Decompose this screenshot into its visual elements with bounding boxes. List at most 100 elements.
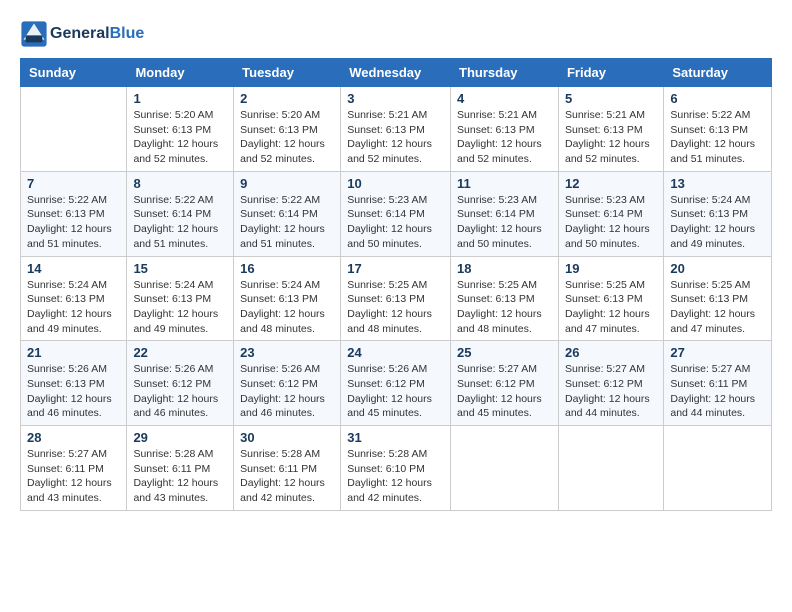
- calendar-cell: 4 Sunrise: 5:21 AM Sunset: 6:13 PM Daylig…: [451, 87, 559, 172]
- calendar-cell: 28 Sunrise: 5:27 AM Sunset: 6:11 PM Dayli…: [21, 426, 127, 511]
- calendar-cell: 24 Sunrise: 5:26 AM Sunset: 6:12 PM Dayli…: [341, 341, 451, 426]
- cell-sunrise-sunset: Sunrise: 5:27 AM Sunset: 6:11 PM Dayligh…: [27, 447, 120, 506]
- calendar-week-row: 28 Sunrise: 5:27 AM Sunset: 6:11 PM Dayli…: [21, 426, 772, 511]
- calendar-cell: 19 Sunrise: 5:25 AM Sunset: 6:13 PM Dayli…: [558, 256, 663, 341]
- cell-sunrise-sunset: Sunrise: 5:25 AM Sunset: 6:13 PM Dayligh…: [670, 278, 765, 337]
- cell-sunrise-sunset: Sunrise: 5:24 AM Sunset: 6:13 PM Dayligh…: [670, 193, 765, 252]
- calendar-cell: 31 Sunrise: 5:28 AM Sunset: 6:10 PM Dayli…: [341, 426, 451, 511]
- day-number: 8: [133, 176, 227, 191]
- cell-sunrise-sunset: Sunrise: 5:24 AM Sunset: 6:13 PM Dayligh…: [133, 278, 227, 337]
- calendar-cell: 25Sunrise: 5:27 AM Sunset: 6:12 PM Dayli…: [451, 341, 559, 426]
- calendar-cell: 2Sunrise: 5:20 AM Sunset: 6:13 PM Daylig…: [234, 87, 341, 172]
- calendar-table: SundayMondayTuesdayWednesdayThursdayFrid…: [20, 58, 772, 511]
- day-number: 5: [565, 91, 657, 106]
- calendar-cell: 23 Sunrise: 5:26 AM Sunset: 6:12 PM Dayli…: [234, 341, 341, 426]
- calendar-cell: 22Sunrise: 5:26 AM Sunset: 6:12 PM Dayli…: [127, 341, 234, 426]
- day-number: 15: [133, 261, 227, 276]
- weekday-header: Thursday: [451, 59, 559, 87]
- day-number: 3: [347, 91, 444, 106]
- calendar-cell: 30 Sunrise: 5:28 AM Sunset: 6:11 PM Dayli…: [234, 426, 341, 511]
- cell-sunrise-sunset: Sunrise: 5:22 AM Sunset: 6:14 PM Dayligh…: [133, 193, 227, 252]
- calendar-cell: 14 Sunrise: 5:24 AM Sunset: 6:13 PM Dayli…: [21, 256, 127, 341]
- logo: GeneralBlue: [20, 20, 144, 48]
- cell-sunrise-sunset: Sunrise: 5:23 AM Sunset: 6:14 PM Dayligh…: [457, 193, 552, 252]
- cell-sunrise-sunset: Sunrise: 5:26 AM Sunset: 6:12 PM Dayligh…: [347, 362, 444, 421]
- calendar-cell: 11 Sunrise: 5:23 AM Sunset: 6:14 PM Dayli…: [451, 171, 559, 256]
- day-number: 28: [27, 430, 120, 445]
- calendar-cell: 15 Sunrise: 5:24 AM Sunset: 6:13 PM Dayli…: [127, 256, 234, 341]
- weekday-header: Sunday: [21, 59, 127, 87]
- cell-sunrise-sunset: Sunrise: 5:28 AM Sunset: 6:11 PM Dayligh…: [240, 447, 334, 506]
- calendar-cell: 16 Sunrise: 5:24 AM Sunset: 6:13 PM Dayli…: [234, 256, 341, 341]
- cell-sunrise-sunset: Sunrise: 5:22 AM Sunset: 6:14 PM Dayligh…: [240, 193, 334, 252]
- cell-sunrise-sunset: Sunrise: 5:22 AM Sunset: 6:13 PM Dayligh…: [27, 193, 120, 252]
- calendar-cell: 9Sunrise: 5:22 AM Sunset: 6:14 PM Daylig…: [234, 171, 341, 256]
- cell-sunrise-sunset: Sunrise: 5:20 AM Sunset: 6:13 PM Dayligh…: [133, 108, 227, 167]
- calendar-cell: [21, 87, 127, 172]
- calendar-cell: [451, 426, 559, 511]
- day-number: 13: [670, 176, 765, 191]
- cell-sunrise-sunset: Sunrise: 5:22 AM Sunset: 6:13 PM Dayligh…: [670, 108, 765, 167]
- calendar-cell: 5 Sunrise: 5:21 AM Sunset: 6:13 PM Daylig…: [558, 87, 663, 172]
- cell-sunrise-sunset: Sunrise: 5:28 AM Sunset: 6:10 PM Dayligh…: [347, 447, 444, 506]
- calendar-week-row: 14 Sunrise: 5:24 AM Sunset: 6:13 PM Dayli…: [21, 256, 772, 341]
- cell-sunrise-sunset: Sunrise: 5:24 AM Sunset: 6:13 PM Dayligh…: [27, 278, 120, 337]
- day-number: 4: [457, 91, 552, 106]
- calendar-cell: 18 Sunrise: 5:25 AM Sunset: 6:13 PM Dayli…: [451, 256, 559, 341]
- day-number: 6: [670, 91, 765, 106]
- cell-sunrise-sunset: Sunrise: 5:25 AM Sunset: 6:13 PM Dayligh…: [565, 278, 657, 337]
- cell-sunrise-sunset: Sunrise: 5:23 AM Sunset: 6:14 PM Dayligh…: [565, 193, 657, 252]
- day-number: 1: [133, 91, 227, 106]
- cell-sunrise-sunset: Sunrise: 5:27 AM Sunset: 6:12 PM Dayligh…: [565, 362, 657, 421]
- calendar-cell: 8 Sunrise: 5:22 AM Sunset: 6:14 PM Daylig…: [127, 171, 234, 256]
- day-number: 24: [347, 345, 444, 360]
- calendar-cell: 7Sunrise: 5:22 AM Sunset: 6:13 PM Daylig…: [21, 171, 127, 256]
- calendar-cell: 12 Sunrise: 5:23 AM Sunset: 6:14 PM Dayli…: [558, 171, 663, 256]
- calendar-cell: 13 Sunrise: 5:24 AM Sunset: 6:13 PM Dayli…: [664, 171, 772, 256]
- cell-sunrise-sunset: Sunrise: 5:27 AM Sunset: 6:12 PM Dayligh…: [457, 362, 552, 421]
- day-number: 29: [133, 430, 227, 445]
- cell-sunrise-sunset: Sunrise: 5:26 AM Sunset: 6:12 PM Dayligh…: [133, 362, 227, 421]
- day-number: 14: [27, 261, 120, 276]
- cell-sunrise-sunset: Sunrise: 5:21 AM Sunset: 6:13 PM Dayligh…: [457, 108, 552, 167]
- calendar-cell: 20 Sunrise: 5:25 AM Sunset: 6:13 PM Dayli…: [664, 256, 772, 341]
- day-number: 18: [457, 261, 552, 276]
- day-number: 21: [27, 345, 120, 360]
- calendar-cell: 17Sunrise: 5:25 AM Sunset: 6:13 PM Dayli…: [341, 256, 451, 341]
- cell-sunrise-sunset: Sunrise: 5:26 AM Sunset: 6:13 PM Dayligh…: [27, 362, 120, 421]
- calendar-cell: 6 Sunrise: 5:22 AM Sunset: 6:13 PM Daylig…: [664, 87, 772, 172]
- cell-sunrise-sunset: Sunrise: 5:26 AM Sunset: 6:12 PM Dayligh…: [240, 362, 334, 421]
- header-row: SundayMondayTuesdayWednesdayThursdayFrid…: [21, 59, 772, 87]
- day-number: 27: [670, 345, 765, 360]
- calendar-cell: 26Sunrise: 5:27 AM Sunset: 6:12 PM Dayli…: [558, 341, 663, 426]
- calendar-cell: 29 Sunrise: 5:28 AM Sunset: 6:11 PM Dayli…: [127, 426, 234, 511]
- cell-sunrise-sunset: Sunrise: 5:25 AM Sunset: 6:13 PM Dayligh…: [347, 278, 444, 337]
- cell-sunrise-sunset: Sunrise: 5:20 AM Sunset: 6:13 PM Dayligh…: [240, 108, 334, 167]
- cell-sunrise-sunset: Sunrise: 5:21 AM Sunset: 6:13 PM Dayligh…: [565, 108, 657, 167]
- logo-text: GeneralBlue: [50, 25, 144, 43]
- cell-sunrise-sunset: Sunrise: 5:21 AM Sunset: 6:13 PM Dayligh…: [347, 108, 444, 167]
- calendar-cell: 1 Sunrise: 5:20 AM Sunset: 6:13 PM Daylig…: [127, 87, 234, 172]
- weekday-header: Monday: [127, 59, 234, 87]
- cell-sunrise-sunset: Sunrise: 5:24 AM Sunset: 6:13 PM Dayligh…: [240, 278, 334, 337]
- cell-sunrise-sunset: Sunrise: 5:25 AM Sunset: 6:13 PM Dayligh…: [457, 278, 552, 337]
- page-header: GeneralBlue: [20, 20, 772, 48]
- weekday-header: Friday: [558, 59, 663, 87]
- weekday-header: Tuesday: [234, 59, 341, 87]
- calendar-cell: 3 Sunrise: 5:21 AM Sunset: 6:13 PM Daylig…: [341, 87, 451, 172]
- day-number: 11: [457, 176, 552, 191]
- day-number: 23: [240, 345, 334, 360]
- day-number: 30: [240, 430, 334, 445]
- calendar-cell: 27Sunrise: 5:27 AM Sunset: 6:11 PM Dayli…: [664, 341, 772, 426]
- weekday-header: Wednesday: [341, 59, 451, 87]
- day-number: 16: [240, 261, 334, 276]
- cell-sunrise-sunset: Sunrise: 5:23 AM Sunset: 6:14 PM Dayligh…: [347, 193, 444, 252]
- day-number: 20: [670, 261, 765, 276]
- cell-sunrise-sunset: Sunrise: 5:28 AM Sunset: 6:11 PM Dayligh…: [133, 447, 227, 506]
- day-number: 31: [347, 430, 444, 445]
- calendar-cell: 10Sunrise: 5:23 AM Sunset: 6:14 PM Dayli…: [341, 171, 451, 256]
- calendar-week-row: 21 Sunrise: 5:26 AM Sunset: 6:13 PM Dayli…: [21, 341, 772, 426]
- day-number: 12: [565, 176, 657, 191]
- day-number: 19: [565, 261, 657, 276]
- calendar-week-row: 7Sunrise: 5:22 AM Sunset: 6:13 PM Daylig…: [21, 171, 772, 256]
